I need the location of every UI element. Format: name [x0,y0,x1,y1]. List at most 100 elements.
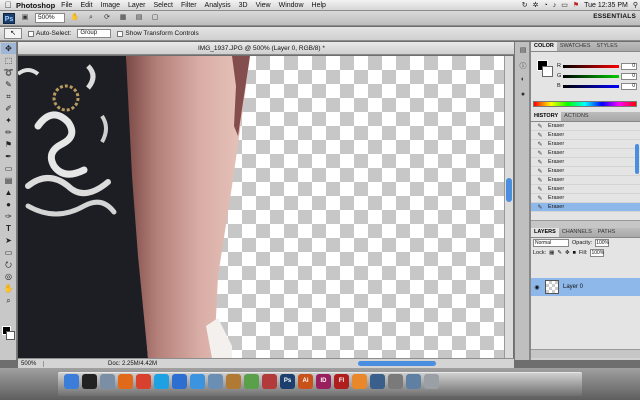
flash-icon[interactable]: Fl [334,374,349,389]
menu-window[interactable]: Window [279,2,304,9]
move-tool-icon[interactable]: ✥ [1,43,16,54]
tab-styles[interactable]: STYLES [593,42,620,51]
zoom-tool-icon-2[interactable]: ⌕ [1,295,16,306]
history-item[interactable]: ✎ Eraser [531,167,640,176]
history-panel-icon[interactable]: ▤ [517,46,529,57]
bridge-icon[interactable]: ▣ [19,13,31,23]
transform-controls-checkbox[interactable]: Show Transform Controls [117,30,199,37]
tab-layers[interactable]: LAYERS [531,228,559,237]
workspace-switcher[interactable]: ESSENTIALS [593,13,636,20]
arrange-documents-icon[interactable]: ▤ [133,13,145,23]
wifi-icon[interactable]: ◔ [544,0,548,11]
zoom-level-select[interactable]: 500% [35,13,65,23]
menu-select[interactable]: Select [154,2,173,9]
vertical-scrollbar[interactable] [504,56,513,358]
clone-stamp-tool-icon[interactable]: ⚑ [1,139,16,150]
eyedropper-tool-icon[interactable]: ✐ [1,103,16,114]
adjustments-panel-icon[interactable]: ◐ [517,76,529,87]
history-brush-tool-icon[interactable]: ✒ [1,151,16,162]
apple-icon[interactable]:  [0,0,16,11]
history-item[interactable]: ✎ Eraser [531,122,640,131]
chrome-icon[interactable] [136,374,151,389]
menu-layer[interactable]: Layer [128,2,146,9]
lock-pixels-icon[interactable]: ✎ [557,250,562,256]
mail-icon[interactable] [100,374,115,389]
green-value[interactable]: 0 [621,72,637,80]
layer-name[interactable]: Layer 0 [563,284,583,290]
photobooth-icon[interactable] [262,374,277,389]
zoom-tool-icon[interactable]: ⌕ [85,13,97,23]
history-scroll-thumb[interactable] [635,144,639,174]
menu-image[interactable]: Image [101,2,120,9]
brush-tool-icon[interactable]: ✏ [1,127,16,138]
menu-edit[interactable]: Edit [80,2,92,9]
sync-icon[interactable]: ↻ [522,0,528,11]
lasso-tool-icon[interactable]: ➰ [1,67,16,78]
menu-3d[interactable]: 3D [239,2,248,9]
blue-slider[interactable] [562,84,619,88]
3d-orbit-tool-icon[interactable]: ◎ [1,271,16,282]
type-tool-icon[interactable]: T [1,223,16,234]
menu-view[interactable]: View [256,2,271,9]
info-panel-icon[interactable]: ⓘ [517,61,529,72]
settings-icon[interactable] [388,374,403,389]
downloads-icon[interactable] [406,374,421,389]
bluetooth-icon[interactable]: ✲ [533,0,539,11]
green-slider[interactable] [563,74,619,78]
status-zoom[interactable]: 500% [18,360,44,367]
history-item[interactable]: ✎ Eraser [531,158,640,167]
tool-preset-picker[interactable]: ↖ [4,28,22,39]
history-item-selected[interactable]: ✎ Eraser [531,203,640,212]
skype-icon[interactable] [154,374,169,389]
blur-tool-icon[interactable]: ▲ [1,187,16,198]
screen-mode-icon[interactable]: ▢ [149,13,161,23]
facetime-icon[interactable] [244,374,259,389]
tab-channels[interactable]: CHANNELS [559,228,595,237]
color-spectrum[interactable] [533,101,637,107]
dodge-tool-icon[interactable]: ● [1,199,16,210]
layer-thumbnail[interactable] [545,280,559,294]
volume-icon[interactable]: ♪ [553,0,557,11]
history-item[interactable]: ✎ Eraser [531,185,640,194]
battery-icon[interactable]: ▭ [561,0,568,11]
blue-value[interactable]: 0 [621,82,637,90]
menu-file[interactable]: File [61,2,72,9]
spotlight-icon[interactable]: ⚲ [633,0,638,11]
illustrator-icon[interactable]: Ai [298,374,313,389]
masks-panel-icon[interactable]: ● [517,91,529,102]
document-info[interactable]: Doc: 2.25M/4.42M [44,361,157,367]
quicktime-icon[interactable] [370,374,385,389]
crop-tool-icon[interactable]: ⌗ [1,91,16,102]
transform-controls-box[interactable] [117,30,124,37]
grid-icon[interactable]: ▦ [117,13,129,23]
path-selection-tool-icon[interactable]: ➤ [1,235,16,246]
3d-rotate-tool-icon[interactable]: ⭮ [1,259,16,270]
history-item[interactable]: ✎ Eraser [531,149,640,158]
firefox-icon[interactable] [118,374,133,389]
clock[interactable]: Tue 12:35 PM [584,2,628,9]
finder-icon[interactable] [64,374,79,389]
fill-field[interactable]: 100% [590,249,605,257]
lock-position-icon[interactable]: ✥ [565,250,570,256]
auto-select-target-select[interactable]: Group [77,29,112,38]
auto-select-checkbox[interactable]: Auto-Select: [28,30,71,37]
tab-color[interactable]: COLOR [531,42,557,51]
pen-tool-icon[interactable]: ✑ [1,211,16,222]
red-slider[interactable] [562,64,619,68]
vlc-icon[interactable] [352,374,367,389]
flag-icon[interactable]: ⚑ [573,0,579,11]
dashboard-icon[interactable] [82,374,97,389]
healing-brush-tool-icon[interactable]: ✦ [1,115,16,126]
layer-row[interactable]: ◉ Layer 0 [531,278,640,296]
indesign-icon[interactable]: ID [316,374,331,389]
preview-icon[interactable] [208,374,223,389]
red-value[interactable]: 0 [621,62,637,70]
trash-icon[interactable] [424,374,439,389]
opacity-field[interactable]: 100% [595,239,610,247]
horizontal-scroll-thumb[interactable] [358,361,436,366]
hand-icon[interactable]: ✋ [69,13,81,23]
tab-swatches[interactable]: SWATCHES [557,42,594,51]
tab-history[interactable]: HISTORY [531,112,562,121]
auto-select-box[interactable] [28,30,34,37]
tools-icon[interactable] [226,374,241,389]
